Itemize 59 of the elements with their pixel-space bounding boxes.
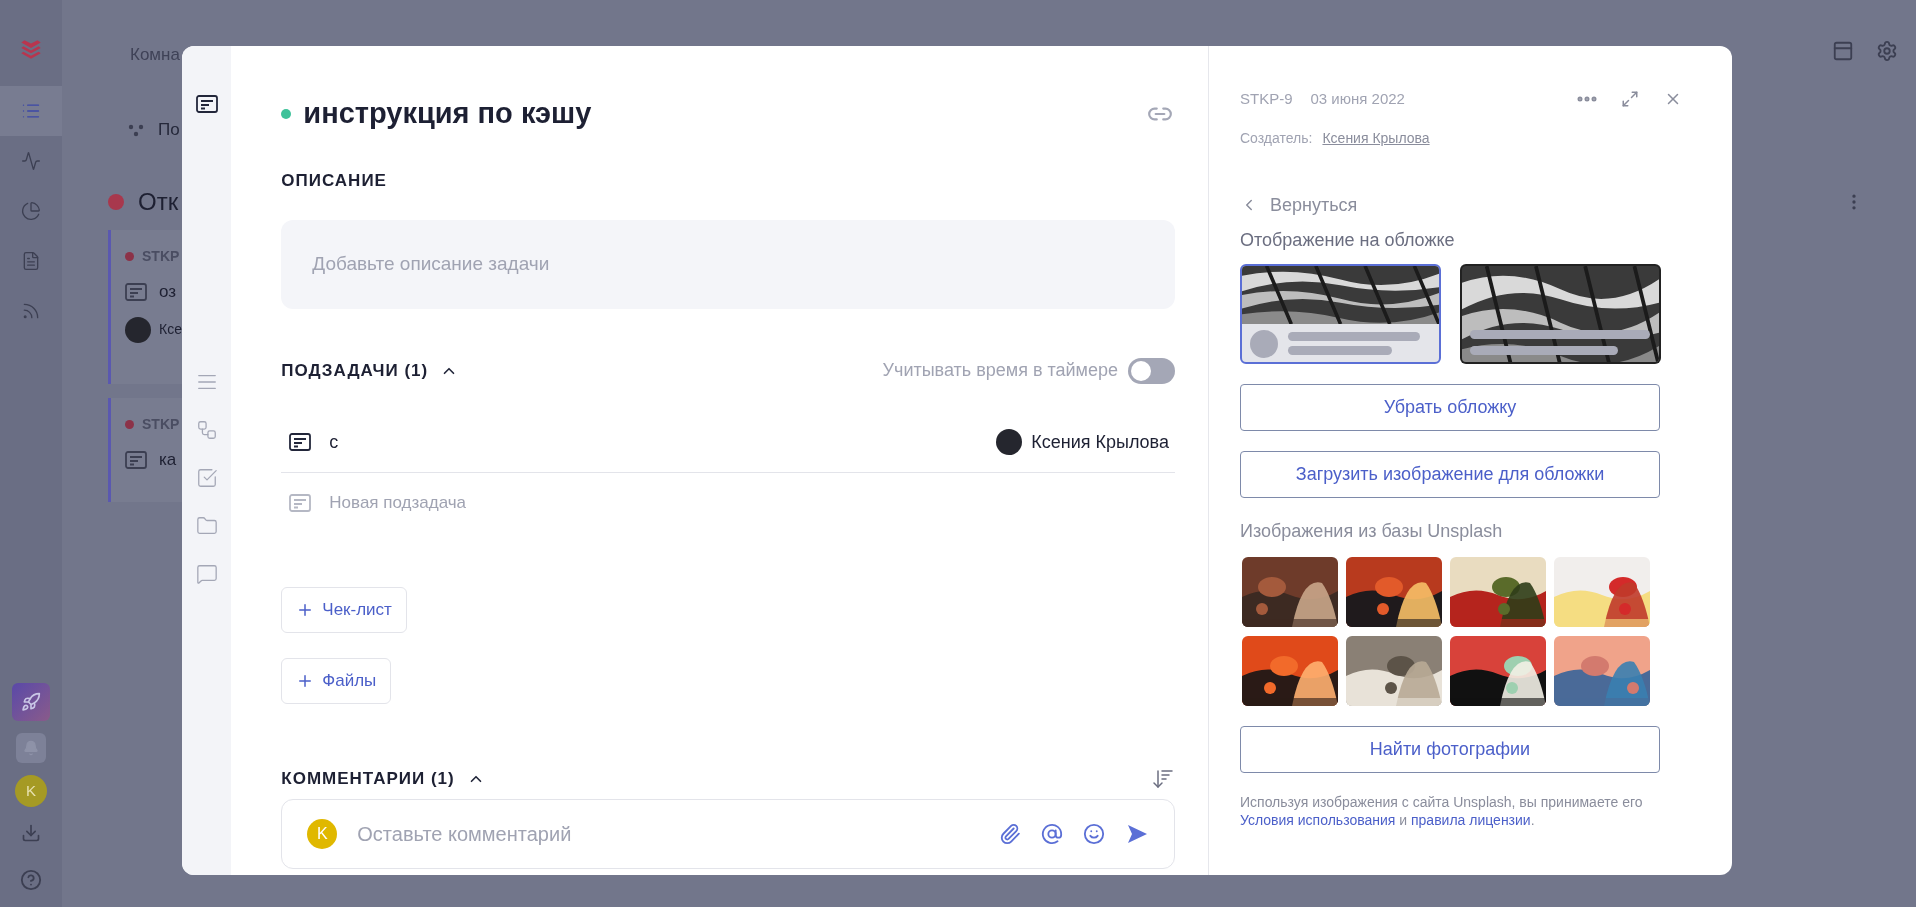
dots-icon xyxy=(128,122,144,137)
unsplash-notice: Используя изображения с сайта Unsplash, вы принимаете его Условия использования и правила лицензии. xyxy=(1240,793,1644,829)
subtask-title[interactable]: с xyxy=(329,428,339,456)
checklist-icon[interactable] xyxy=(195,467,218,489)
creator-label: Создатель: xyxy=(1240,128,1313,148)
license-link[interactable]: правила лицензии xyxy=(1411,812,1531,828)
emoji-icon[interactable] xyxy=(1083,822,1105,845)
section-heading: ОПИСАНИЕ xyxy=(281,170,388,192)
settings-icon[interactable] xyxy=(1876,40,1898,62)
task-icon xyxy=(289,433,312,451)
rocket-icon xyxy=(21,692,41,712)
add-button[interactable]: Файлы xyxy=(281,657,392,704)
layout-icon[interactable] xyxy=(1832,40,1854,62)
folder-icon[interactable] xyxy=(195,515,218,537)
find-photos-button[interactable]: Найти фотографии xyxy=(1240,726,1660,773)
mention-icon[interactable] xyxy=(1041,822,1063,845)
cover-label: Отображение на обложке xyxy=(1240,229,1456,252)
download-icon[interactable] xyxy=(21,823,41,843)
pie-chart-icon xyxy=(21,201,41,221)
add-button[interactable]: Чек-лист xyxy=(281,586,407,633)
unsplash-label: Изображения из базы Unsplash xyxy=(1240,520,1504,543)
comment-placeholder: Оставьте комментарий xyxy=(357,821,572,847)
task-icon xyxy=(125,450,147,469)
user-avatar: K xyxy=(307,818,338,849)
remove-cover-button[interactable]: Убрать обложку xyxy=(1240,384,1660,431)
timer-label: Учитывать время в таймере xyxy=(882,359,1118,382)
task-icon xyxy=(289,493,312,512)
section-heading: КОММЕНТАРИИ (1) xyxy=(281,767,455,790)
task-title[interactable]: инструкция по кэшу xyxy=(303,92,592,136)
section-heading: ПОДЗАДАЧИ (1) xyxy=(281,359,429,382)
avatar xyxy=(125,316,151,343)
cover-option[interactable] xyxy=(1240,264,1441,364)
pulse-icon xyxy=(21,151,41,171)
avatar-placeholder xyxy=(1250,330,1278,358)
back-button[interactable]: Вернуться xyxy=(1240,193,1680,217)
expand-icon[interactable] xyxy=(1621,90,1639,108)
attach-icon[interactable] xyxy=(999,822,1021,845)
group-title: Отк xyxy=(138,187,179,217)
comment-icon[interactable] xyxy=(195,563,218,585)
card-title: оз xyxy=(159,281,177,303)
task-date: 03 июня 2022 xyxy=(1310,88,1405,109)
upload-cover-button[interactable]: Загрузить изображение для обложки xyxy=(1240,451,1660,498)
terms-link[interactable]: Условия использования xyxy=(1240,812,1396,828)
task-icon xyxy=(195,95,218,113)
task-icon xyxy=(125,282,147,301)
card-title: ка xyxy=(159,449,177,471)
timer-toggle[interactable] xyxy=(1128,357,1175,384)
view-label[interactable]: По xyxy=(158,117,180,143)
assignee-name[interactable]: Ксения Крылова xyxy=(1031,428,1169,456)
creator-link[interactable]: Ксения Крылова xyxy=(1322,127,1430,149)
avatar xyxy=(996,429,1023,455)
rocket-button[interactable] xyxy=(12,683,50,721)
help-icon[interactable] xyxy=(20,869,42,891)
notifications-button[interactable] xyxy=(16,733,46,763)
assignee-name: Ксе xyxy=(159,320,182,339)
task-key: STKP-9 xyxy=(1240,87,1293,111)
document-icon xyxy=(21,251,41,271)
rss-icon xyxy=(21,301,41,321)
subtasks-icon[interactable] xyxy=(195,419,218,441)
